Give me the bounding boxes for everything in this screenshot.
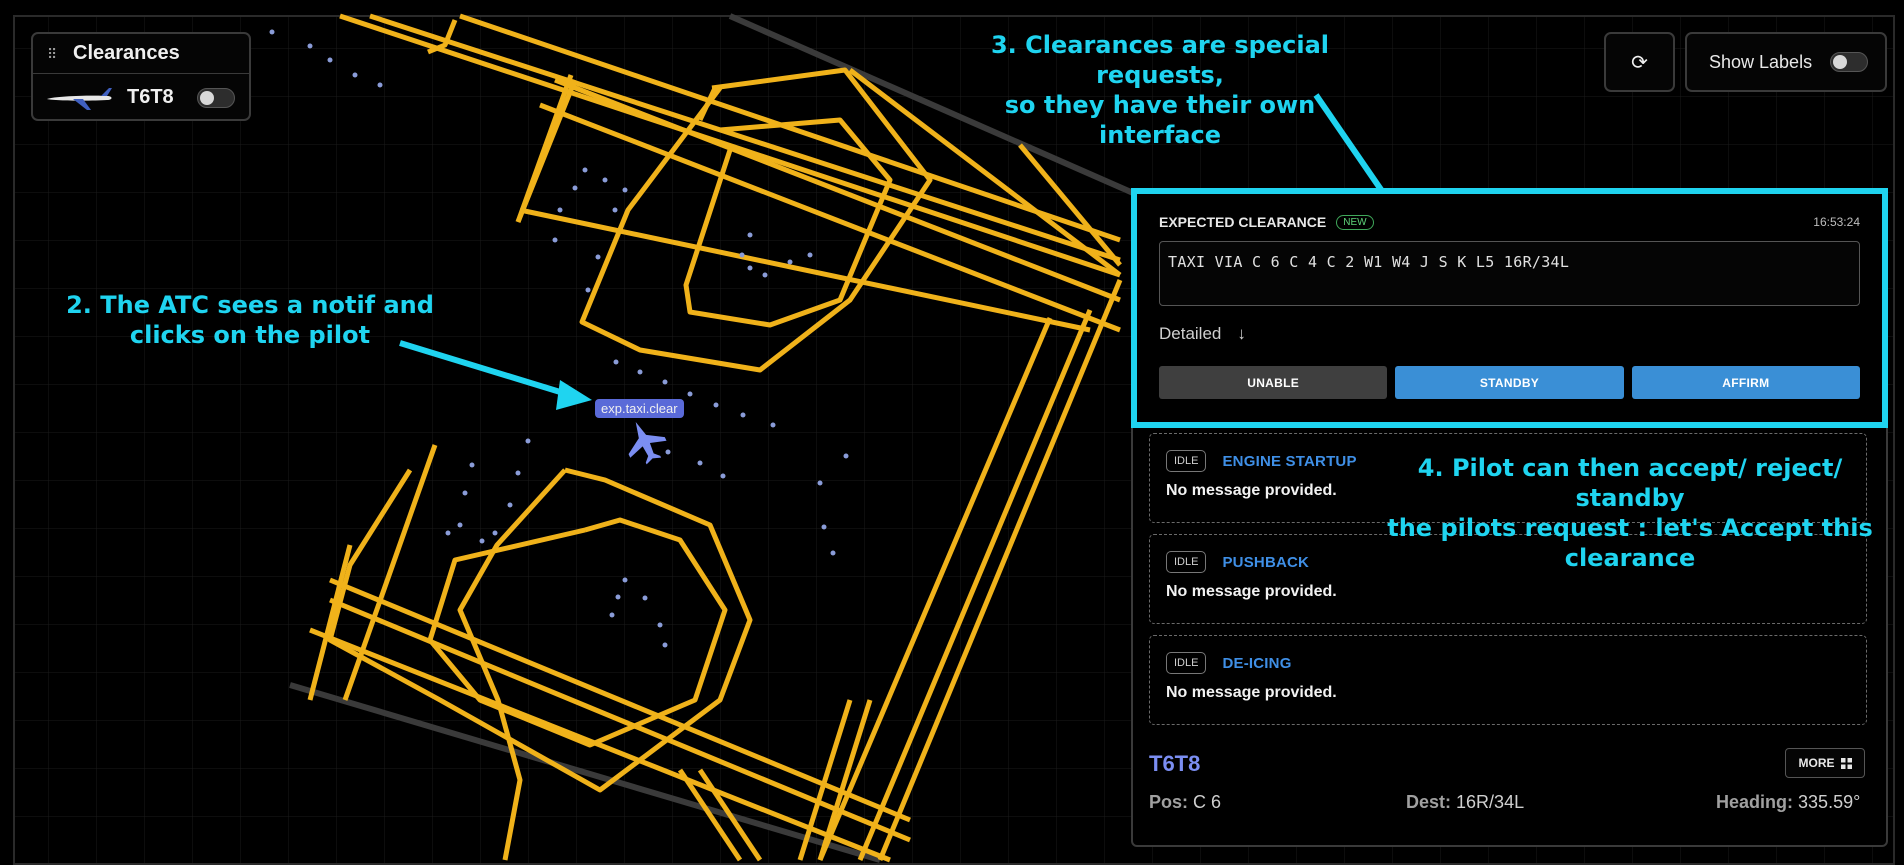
pilot-row[interactable]: T6T8 [33,74,249,121]
airliner-icon [47,87,112,110]
drag-handle-icon[interactable]: ⠿ [47,47,65,61]
clearance-time: 16:53:24 [1813,215,1860,229]
annotation-line: 4. Pilot can then accept/ reject/ standb… [1417,454,1843,512]
clearances-header[interactable]: ⠿ Clearances [33,34,249,74]
annotation-line: clicks on the pilot [129,321,371,349]
request-card-de-icing[interactable]: IDLE DE-ICING No message provided. [1149,635,1867,725]
clearances-panel: ⠿ Clearances T6T8 [31,32,251,121]
annotation-line: the pilots request : let's Accept this c… [1387,514,1873,572]
new-badge: NEW [1336,214,1374,230]
pos-label: Pos: [1149,792,1189,812]
dest-label: Dest: [1406,792,1452,812]
clearance-title: EXPECTED CLEARANCE [1159,214,1327,230]
pos-value: C 6 [1193,792,1222,812]
annotation-step-4: 4. Pilot can then accept/ reject/ standb… [1365,453,1895,573]
status-badge: IDLE [1166,450,1207,472]
info-position: Pos: C 6 [1149,792,1221,813]
request-name: PUSHBACK [1222,553,1310,571]
annotation-line: so they have their own interface [1004,91,1316,149]
annotation-step-3: 3. Clearances are special requests, so t… [940,30,1380,150]
request-message: No message provided. [1166,583,1337,600]
detailed-label: Detailed [1159,324,1222,343]
aircraft-label[interactable]: exp.taxi.clear [595,399,684,418]
clearances-title: Clearances [73,42,180,64]
pilot-callsign: T6T8 [127,86,174,108]
refresh-button[interactable]: ⟳ [1604,32,1675,92]
annotation-step-2: 2. The ATC sees a notif and clicks on th… [55,290,445,350]
show-labels-control[interactable]: Show Labels [1685,32,1887,92]
grid-icon [1840,757,1852,769]
pilot-toggle[interactable] [197,87,235,108]
arrow-down-icon: ↓ [1237,324,1246,343]
status-badge: IDLE [1166,551,1207,573]
annotation-line: 3. Clearances are special requests, [990,31,1330,89]
info-destination: Dest: 16R/34L [1406,792,1524,813]
clearance-text-field[interactable]: TAXI VIA C 6 C 4 C 2 W1 W4 J S K L5 16R/… [1159,241,1860,306]
expected-clearance-box: EXPECTED CLEARANCE NEW 16:53:24 TAXI VIA… [1131,188,1888,428]
toggle-knob [200,90,214,105]
show-labels-toggle[interactable] [1830,52,1869,72]
detailed-toggle[interactable]: Detailed ↓ [1159,324,1860,344]
info-callsign: T6T8 [1149,751,1201,776]
request-name: ENGINE STARTUP [1222,452,1357,470]
status-badge: IDLE [1166,652,1207,674]
heading-label: Heading: [1716,792,1794,812]
more-label: MORE [1798,756,1835,770]
refresh-icon: ⟳ [1631,51,1648,74]
more-button[interactable]: MORE [1785,748,1865,778]
standby-button[interactable]: STANDBY [1395,366,1624,399]
unable-button[interactable]: UNABLE [1159,366,1388,399]
heading-value: 335.59° [1798,792,1861,812]
dest-value: 16R/34L [1456,792,1525,812]
info-heading: Heading: 335.59° [1716,792,1860,813]
affirm-button[interactable]: AFFIRM [1631,366,1860,399]
toggle-knob [1833,55,1848,69]
request-message: No message provided. [1166,684,1337,701]
show-labels-label: Show Labels [1709,51,1813,72]
request-name: DE-ICING [1222,654,1292,672]
annotation-line: 2. The ATC sees a notif and [66,291,434,319]
